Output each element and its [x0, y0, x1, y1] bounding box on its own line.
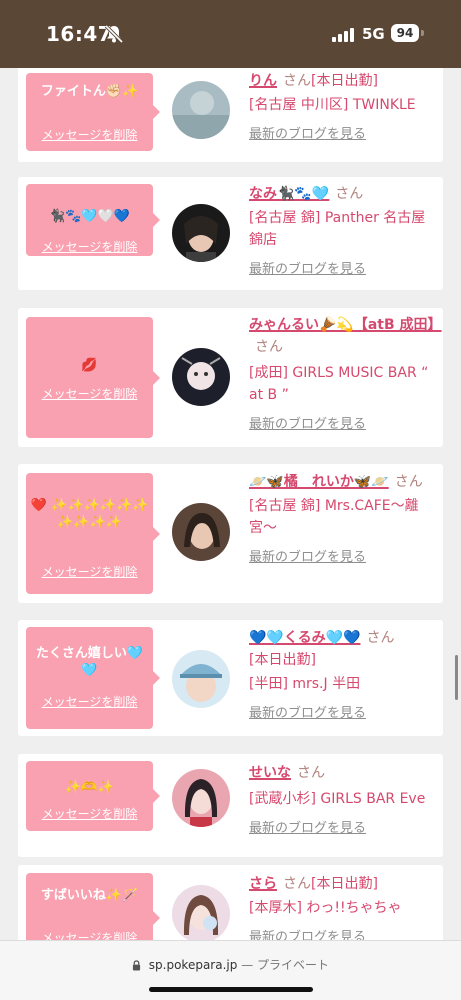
shop-info: [半田] mrs.J 半田: [249, 676, 361, 692]
url-row[interactable]: sp.pokepara.jp — プライベート: [0, 956, 461, 974]
delete-message-link[interactable]: メッセージを削除: [26, 239, 153, 256]
scrollbar[interactable]: [455, 655, 458, 700]
profile-info: せいな さん [武蔵小杉] GIRLS BAR Eve 最新のブログを見る: [249, 762, 435, 840]
message-text: すばいいね✨🪄: [40, 888, 139, 903]
latest-blog-link[interactable]: 最新のブログを見る: [249, 703, 435, 725]
home-indicator[interactable]: [149, 987, 313, 992]
honorific: さん: [283, 73, 311, 89]
profile-info: さら さん[本日出勤] [本厚木] わっ!!ちゃちゃ 最新のブログを見る: [249, 873, 435, 940]
honorific: さん: [283, 876, 311, 892]
battery-tip: [421, 30, 424, 36]
shop-info: [成田] GIRLS MUSIC BAR “ at B ”: [249, 365, 429, 403]
message-text: 💋: [81, 358, 98, 373]
message-bubble: ファイトん✊🏻✨ メッセージを削除: [26, 73, 160, 151]
profile-info: みゃんるい🪘💫【atB 成田】さん [成田] GIRLS MUSIC BAR “…: [249, 314, 442, 436]
latest-blog-link[interactable]: 最新のブログを見る: [249, 414, 435, 436]
url-separator: —: [241, 958, 254, 972]
message-text: 🐈‍⬛🐾🩵🤍💙: [49, 209, 130, 224]
message-card: 🐈‍⬛🐾🩵🤍💙 メッセージを削除 なみ🐈‍⬛🐾🩵 さん [名古屋 錦] Panth…: [18, 177, 443, 290]
message-text: ファイトん✊🏻✨: [40, 84, 139, 99]
delete-message-link[interactable]: メッセージを削除: [26, 127, 153, 144]
message-bubble: たくさん嬉しい🩵🩵 メッセージを削除: [26, 627, 160, 729]
message-card: ファイトん✊🏻✨ メッセージを削除 りん さん[本日出勤] [名古屋 中川区] T…: [18, 68, 443, 162]
honorific: さん: [394, 474, 423, 490]
shop-info: [武蔵小杉] GIRLS BAR Eve: [249, 791, 426, 807]
message-card: ✨🫶✨ メッセージを削除 せいな さん [武蔵小杉] GIRLS BAR Eve …: [18, 754, 443, 857]
honorific: さん: [335, 186, 364, 202]
message-text: ❤️ ✨✨✨✨✨✨ ✨✨✨✨: [30, 498, 149, 530]
avatar[interactable]: [172, 650, 230, 708]
profile-name-link[interactable]: 💙🩵くるみ🩵💙: [249, 630, 360, 646]
latest-blog-link[interactable]: 最新のブログを見る: [249, 547, 435, 569]
attendance-status: [本日出勤]: [311, 876, 378, 892]
bell-muted-icon: [104, 24, 124, 44]
avatar[interactable]: [172, 348, 230, 406]
private-label: プライベート: [257, 958, 330, 972]
message-card: すばいいね✨🪄 メッセージを削除 さら さん[本日出勤] [本厚木] わっ!!ちゃ…: [18, 865, 443, 940]
profile-name-link[interactable]: 🪐🦋橘 れいか🦋🪐: [249, 474, 389, 490]
message-bubble: 💋 メッセージを削除: [26, 317, 160, 438]
profile-name-link[interactable]: りん: [249, 73, 277, 89]
delete-message-link[interactable]: メッセージを削除: [26, 806, 153, 823]
status-time: 16:47: [46, 22, 113, 46]
latest-blog-link[interactable]: 最新のブログを見る: [249, 818, 435, 840]
profile-info: 💙🩵くるみ🩵💙 さん [本日出勤] [半田] mrs.J 半田 最新のブログを見る: [249, 627, 435, 725]
battery-icon: 94: [391, 24, 419, 42]
profile-info: りん さん[本日出勤] [名古屋 中川区] TWINKLE 最新のブログを見る: [249, 70, 435, 146]
profile-name-link[interactable]: せいな: [249, 765, 291, 781]
profile-info: 🪐🦋橘 れいか🦋🪐 さん [名古屋 錦] Mrs.CAFE〜離宮〜 最新のブログを…: [249, 471, 435, 569]
signal-icon: [332, 27, 356, 42]
message-card: ❤️ ✨✨✨✨✨✨ ✨✨✨✨ メッセージを削除 🪐🦋橘 れいか🦋🪐 さん [名古屋…: [18, 464, 443, 603]
profile-name-link[interactable]: みゃんるい🪘💫【atB 成田】: [249, 317, 442, 333]
profile-info: なみ🐈‍⬛🐾🩵 さん [名古屋 錦] Panther 名古屋錦店 最新のブログを見…: [249, 183, 435, 281]
shop-info: [名古屋 錦] Panther 名古屋錦店: [249, 210, 426, 248]
avatar[interactable]: [172, 503, 230, 561]
shop-info: [名古屋 中川区] TWINKLE: [249, 97, 416, 113]
profile-name-link[interactable]: さら: [249, 876, 277, 892]
status-bar: 16:47 5G 94: [0, 0, 461, 68]
delete-message-link[interactable]: メッセージを削除: [26, 694, 153, 711]
message-feed[interactable]: ファイトん✊🏻✨ メッセージを削除 りん さん[本日出勤] [名古屋 中川区] T…: [0, 68, 461, 940]
attendance-status: [本日出勤]: [311, 73, 378, 89]
honorific: さん: [297, 765, 325, 781]
profile-name-link[interactable]: なみ🐈‍⬛🐾🩵: [249, 186, 329, 202]
message-text: ✨🫶✨: [65, 780, 114, 795]
delete-message-link[interactable]: メッセージを削除: [26, 564, 153, 581]
delete-message-link[interactable]: メッセージを削除: [26, 386, 153, 403]
attendance-status: [本日出勤]: [249, 652, 316, 668]
message-bubble: すばいいね✨🪄 メッセージを削除: [26, 873, 160, 940]
honorific: さん: [255, 339, 283, 355]
shop-info: [本厚木] わっ!!ちゃちゃ: [249, 900, 402, 916]
avatar[interactable]: [172, 769, 230, 827]
message-bubble: ✨🫶✨ メッセージを削除: [26, 761, 160, 831]
latest-blog-link[interactable]: 最新のブログを見る: [249, 259, 435, 281]
lock-icon: [132, 960, 141, 974]
avatar[interactable]: [172, 204, 230, 262]
shop-info: [名古屋 錦] Mrs.CAFE〜離宮〜: [249, 498, 419, 536]
delete-message-link[interactable]: メッセージを削除: [26, 930, 153, 940]
avatar[interactable]: [172, 81, 230, 139]
message-card: たくさん嬉しい🩵🩵 メッセージを削除 💙🩵くるみ🩵💙 さん [本日出勤] [半田]…: [18, 620, 443, 736]
latest-blog-link[interactable]: 最新のブログを見る: [249, 927, 435, 940]
honorific: さん: [366, 630, 395, 646]
message-text: たくさん嬉しい🩵🩵: [35, 646, 144, 678]
message-bubble: 🐈‍⬛🐾🩵🤍💙 メッセージを削除: [26, 184, 160, 256]
message-bubble: ❤️ ✨✨✨✨✨✨ ✨✨✨✨ メッセージを削除: [26, 473, 160, 594]
browser-address-bar[interactable]: sp.pokepara.jp — プライベート: [0, 940, 461, 1000]
avatar[interactable]: [172, 885, 230, 940]
message-card: 💋 メッセージを削除 みゃんるい🪘💫【atB 成田】さん [成田] GIRLS …: [18, 308, 443, 447]
latest-blog-link[interactable]: 最新のブログを見る: [249, 124, 435, 146]
network-type: 5G: [362, 25, 385, 43]
url-text: sp.pokepara.jp: [148, 958, 238, 972]
